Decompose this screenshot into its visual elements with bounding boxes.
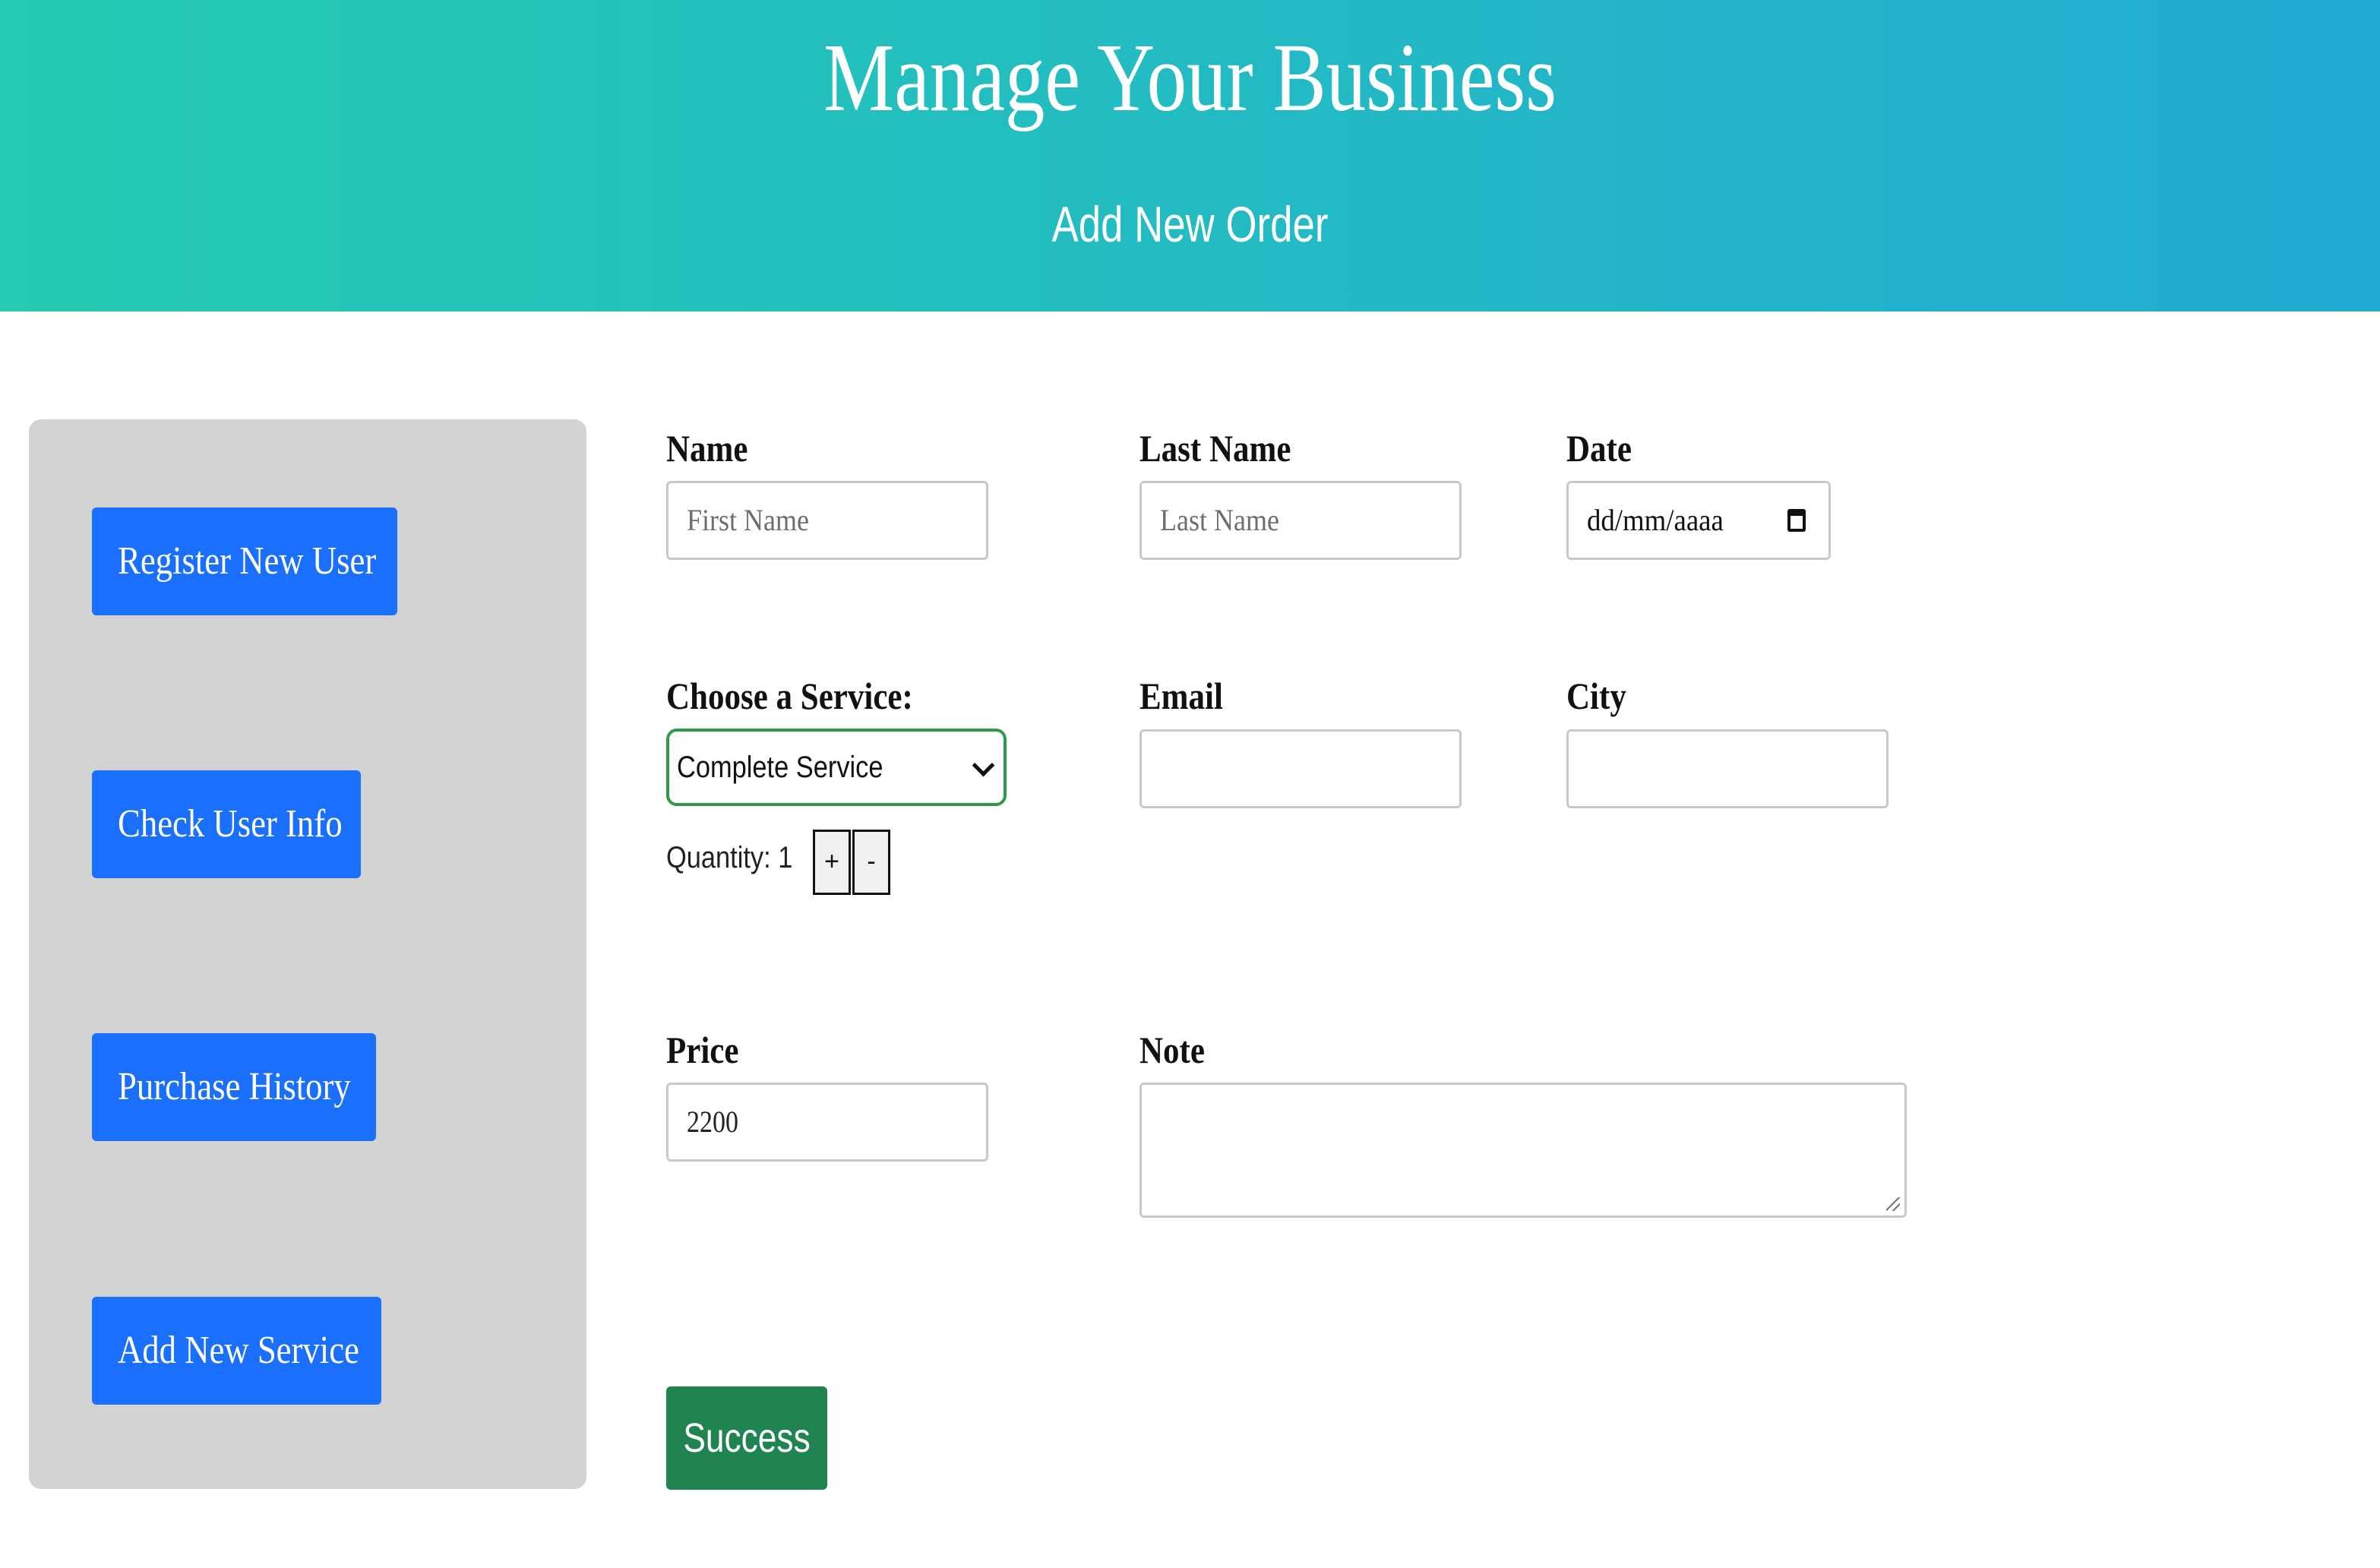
date-placeholder: dd/mm/aaaa	[1587, 503, 1724, 537]
last-name-placeholder: Last Name	[1160, 503, 1279, 537]
price-label-text: Price	[666, 1029, 739, 1071]
note-label-text: Note	[1139, 1029, 1205, 1071]
name-label: Name	[666, 425, 761, 471]
add-new-service-label: Add New Service	[118, 1329, 359, 1372]
note-textarea[interactable]	[1139, 1083, 1907, 1218]
service-label: Choose a Service:	[666, 673, 953, 719]
calendar-icon[interactable]	[1787, 509, 1806, 532]
first-name-input[interactable]: First Name	[666, 481, 988, 560]
city-label: City	[1566, 673, 1636, 719]
date-input[interactable]: dd/mm/aaaa	[1566, 481, 1831, 560]
last-name-label: Last Name	[1139, 425, 1316, 471]
price-value: 2200	[687, 1105, 738, 1139]
city-label-text: City	[1566, 675, 1626, 717]
email-label: Email	[1139, 673, 1237, 719]
note-label: Note	[1139, 1027, 1215, 1073]
email-label-text: Email	[1139, 675, 1223, 717]
price-label: Price	[666, 1027, 751, 1073]
purchase-history-label: Purchase History	[118, 1065, 351, 1108]
sidebar: Register New User Check User Info Purcha…	[29, 419, 586, 1489]
date-label: Date	[1566, 425, 1642, 471]
header-banner: Manage Your Business Add New Order	[0, 0, 2380, 311]
page-title: Manage Your Business	[823, 24, 1557, 131]
quantity-label-text: Quantity: 1	[666, 841, 793, 874]
quantity-label: Quantity: 1	[666, 839, 813, 877]
check-user-info-button[interactable]: Check User Info	[92, 770, 361, 878]
page-subtitle: Add New Order	[1051, 196, 1329, 252]
date-label-text: Date	[1566, 427, 1632, 469]
check-user-info-label: Check User Info	[118, 802, 343, 846]
service-label-text: Choose a Service:	[666, 675, 913, 717]
service-select[interactable]: Complete Service	[666, 729, 1007, 806]
city-input[interactable]	[1566, 729, 1889, 808]
quantity-increment-button[interactable]: +	[813, 830, 851, 895]
register-new-user-button[interactable]: Register New User	[92, 507, 397, 615]
register-new-user-label: Register New User	[118, 539, 377, 583]
success-button-label: Success	[683, 1415, 811, 1461]
first-name-placeholder: First Name	[687, 503, 809, 537]
last-name-input[interactable]: Last Name	[1139, 481, 1462, 560]
name-label-text: Name	[666, 427, 748, 469]
chevron-down-icon	[972, 754, 995, 777]
purchase-history-button[interactable]: Purchase History	[92, 1033, 376, 1141]
resize-handle-icon[interactable]	[1886, 1197, 1900, 1211]
last-name-label-text: Last Name	[1139, 427, 1291, 469]
email-input[interactable]	[1139, 729, 1462, 808]
add-new-service-button[interactable]: Add New Service	[92, 1297, 381, 1405]
quantity-decrement-button[interactable]: -	[852, 830, 890, 895]
price-input[interactable]: 2200	[666, 1083, 988, 1162]
service-selected-value: Complete Service	[677, 751, 883, 784]
success-button[interactable]: Success	[666, 1386, 827, 1490]
